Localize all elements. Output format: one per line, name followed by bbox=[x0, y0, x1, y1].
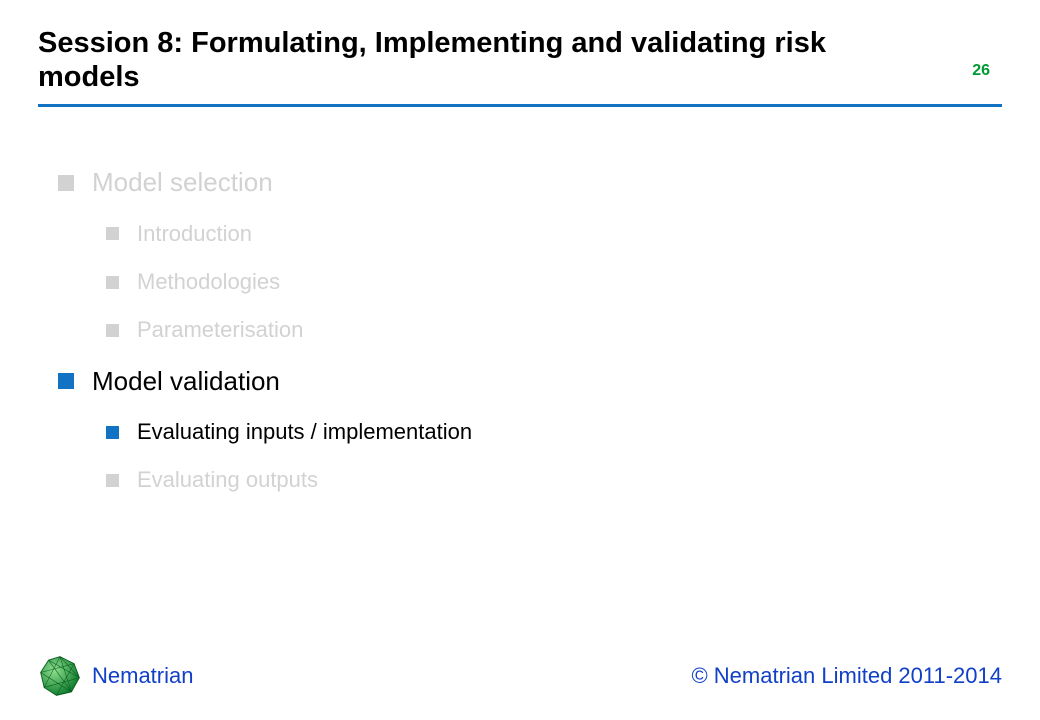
outline-label: Model validation bbox=[92, 366, 280, 397]
slide-title: Session 8: Formulating, Implementing and… bbox=[38, 26, 898, 94]
brand-name: Nematrian bbox=[92, 663, 193, 689]
outline-label: Methodologies bbox=[137, 269, 280, 295]
slide-header: Session 8: Formulating, Implementing and… bbox=[0, 0, 1040, 94]
slide-footer: Nematrian © Nematrian Limited 2011-2014 bbox=[38, 654, 1002, 698]
outline-item: Model validation bbox=[58, 366, 1040, 397]
page-number: 26 bbox=[972, 62, 990, 80]
outline-label: Model selection bbox=[92, 167, 273, 198]
outline-label: Introduction bbox=[137, 221, 252, 247]
outline-item: Methodologies bbox=[106, 269, 1040, 295]
square-bullet-icon bbox=[106, 227, 119, 240]
outline-item: Evaluating inputs / implementation bbox=[106, 419, 1040, 445]
square-bullet-icon bbox=[58, 175, 74, 191]
square-bullet-icon bbox=[106, 276, 119, 289]
footer-left: Nematrian bbox=[38, 654, 193, 698]
logo-icon bbox=[38, 654, 82, 698]
square-bullet-icon bbox=[106, 426, 119, 439]
outline-item: Evaluating outputs bbox=[106, 467, 1040, 493]
square-bullet-icon bbox=[106, 324, 119, 337]
square-bullet-icon bbox=[106, 474, 119, 487]
square-bullet-icon bbox=[58, 373, 74, 389]
outline-item: Parameterisation bbox=[106, 317, 1040, 343]
outline-item: Introduction bbox=[106, 221, 1040, 247]
outline-label: Parameterisation bbox=[137, 317, 303, 343]
outline-label: Evaluating inputs / implementation bbox=[137, 419, 472, 445]
outline-label: Evaluating outputs bbox=[137, 467, 318, 493]
copyright-text: © Nematrian Limited 2011-2014 bbox=[691, 663, 1002, 689]
slide: Session 8: Formulating, Implementing and… bbox=[0, 0, 1040, 720]
outline-item: Model selection bbox=[58, 167, 1040, 198]
slide-body: Model selection Introduction Methodologi… bbox=[0, 107, 1040, 493]
